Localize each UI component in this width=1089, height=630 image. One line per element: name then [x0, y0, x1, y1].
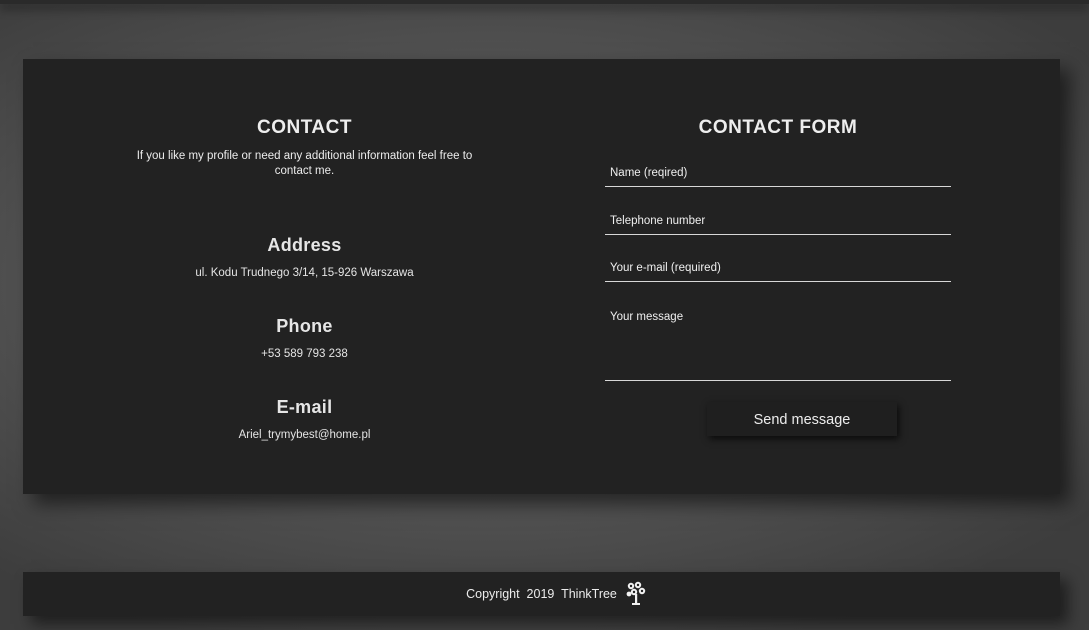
- phone-heading: Phone: [276, 316, 333, 336]
- contact-form-title: CONTACT FORM: [698, 117, 858, 138]
- contact-title: CONTACT: [257, 117, 352, 138]
- contact-panel: CONTACT If you like my profile or need a…: [23, 59, 1060, 494]
- footer: Copyright 2019 ThinkTree: [23, 572, 1060, 616]
- contact-description: If you like my profile or need any addit…: [136, 150, 473, 177]
- copyright-text: Copyright 2019 ThinkTree: [466, 587, 617, 601]
- address-heading: Address: [267, 235, 342, 255]
- telephone-field[interactable]: Telephone number: [605, 211, 951, 235]
- address-value: ul. Kodu Trudnego 3/14, 15-926 Warszawa: [195, 267, 414, 279]
- tree-icon: [625, 581, 647, 607]
- contact-form: CONTACT FORM Name (reqired) Telephone nu…: [586, 59, 1060, 494]
- footer-content: Copyright 2019 ThinkTree: [23, 572, 1060, 616]
- email-value: Ariel_trymybest@home.pl: [238, 429, 371, 441]
- message-field[interactable]: Your message: [605, 307, 951, 381]
- name-field[interactable]: Name (reqired): [605, 163, 951, 187]
- phone-value: +53 589 793 238: [261, 348, 348, 360]
- contact-info: CONTACT If you like my profile or need a…: [23, 59, 586, 494]
- email-field[interactable]: Your e-mail (required): [605, 258, 951, 282]
- email-heading: E-mail: [276, 397, 333, 417]
- send-message-button[interactable]: Send message: [707, 402, 897, 436]
- top-strip: [0, 0, 1089, 4]
